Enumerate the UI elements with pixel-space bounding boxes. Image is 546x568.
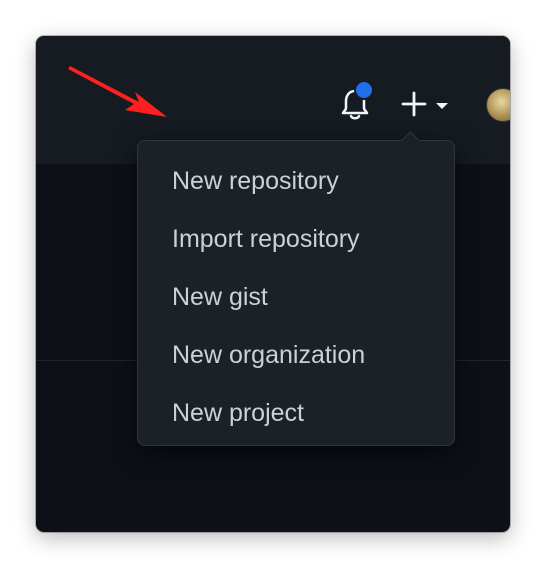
- menu-item-new-gist[interactable]: New gist: [138, 271, 454, 323]
- menu-item-import-repository[interactable]: Import repository: [138, 213, 454, 265]
- notification-badge: [354, 80, 374, 100]
- plus-icon: [401, 91, 448, 117]
- menu-item-new-repository[interactable]: New repository: [138, 155, 454, 207]
- github-window: New repository Import repository New gis…: [36, 36, 510, 532]
- menu-item-new-project[interactable]: New project: [138, 387, 454, 439]
- create-new-button[interactable]: [400, 88, 458, 122]
- triangle-down-icon: [436, 103, 448, 109]
- create-dropdown-menu: New repository Import repository New gis…: [137, 131, 455, 446]
- menu-item-new-organization[interactable]: New organization: [138, 329, 454, 381]
- avatar[interactable]: [486, 88, 510, 122]
